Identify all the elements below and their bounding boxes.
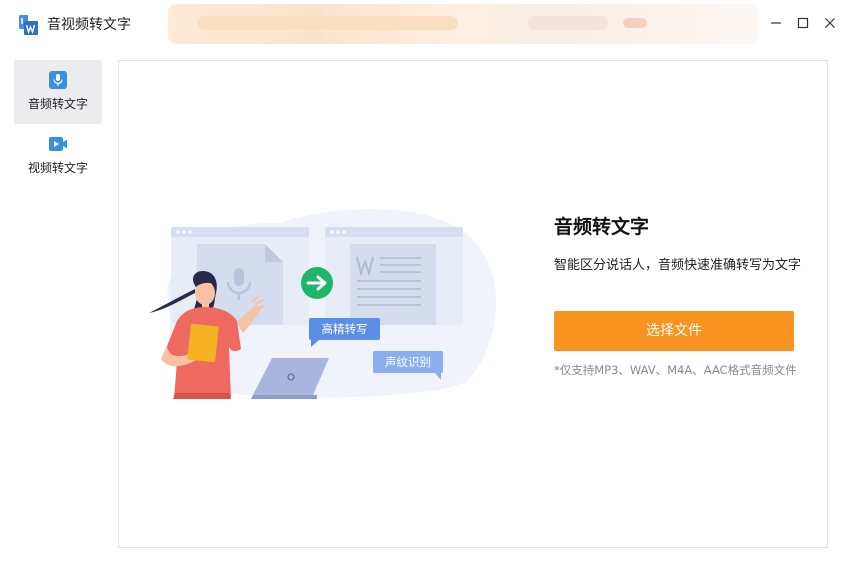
supported-formats-note: *仅支持MP3、WAV、M4A、AAC格式音频文件 xyxy=(554,363,797,377)
word-document-window xyxy=(325,227,463,325)
sidebar-item-audio-to-text[interactable]: 音频转文字 xyxy=(14,60,102,124)
title-bar: 音视频转文字 xyxy=(0,0,852,48)
sidebar: 音频转文字 视频转文字 xyxy=(0,48,116,573)
app-title: 音视频转文字 xyxy=(47,17,131,33)
select-file-button[interactable]: 选择文件 xyxy=(554,311,794,351)
microphone-icon xyxy=(49,71,67,89)
minimize-icon xyxy=(771,22,781,24)
close-button[interactable] xyxy=(819,12,841,34)
feature-title: 音频转文字 xyxy=(554,216,650,238)
sidebar-item-label: 音频转文字 xyxy=(27,97,88,111)
arrow-right-icon xyxy=(301,267,333,299)
feature-description: 智能区分说话人，音频快速准确转写为文字 xyxy=(554,258,802,273)
blurred-banner xyxy=(168,4,758,44)
video-camera-icon xyxy=(49,137,67,151)
minimize-button[interactable] xyxy=(765,12,787,34)
close-icon xyxy=(825,18,835,28)
audio-transcription-illustration: 高精转写 声纹识别 xyxy=(149,209,497,399)
bubble-voiceprint-label: 声纹识别 xyxy=(385,355,431,369)
maximize-icon xyxy=(797,17,809,29)
main-panel: 高精转写 声纹识别 音频转文字 智能区分说话人，音频快速准确转写为文字 选择文件… xyxy=(118,60,828,548)
maximize-button[interactable] xyxy=(792,12,814,34)
sidebar-item-video-to-text[interactable]: 视频转文字 xyxy=(14,124,102,188)
sidebar-item-label: 视频转文字 xyxy=(27,161,88,175)
bubble-hd-label: 高精转写 xyxy=(322,322,368,336)
app-logo-icon xyxy=(19,15,38,35)
